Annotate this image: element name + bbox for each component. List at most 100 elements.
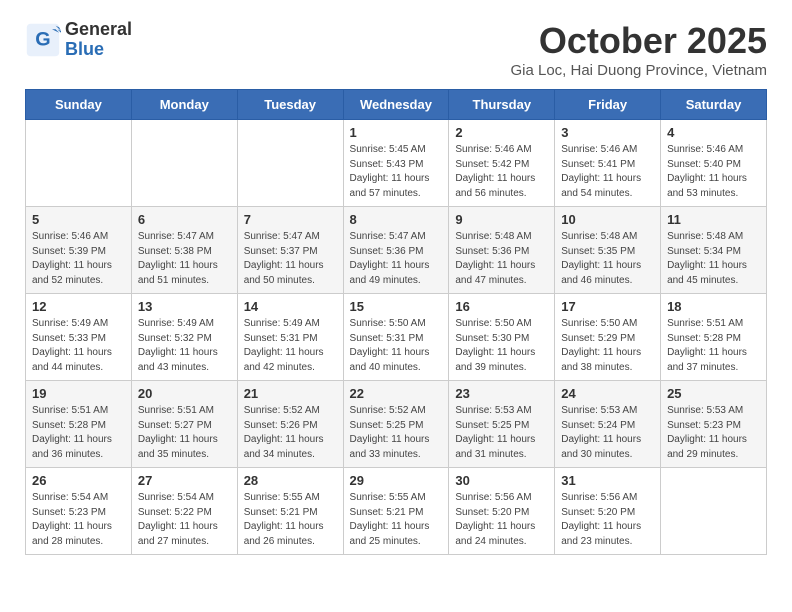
calendar-cell: 21Sunrise: 5:52 AM Sunset: 5:26 PM Dayli…: [237, 381, 343, 468]
day-info: Sunrise: 5:51 AM Sunset: 5:27 PM Dayligh…: [138, 404, 231, 462]
day-header-tuesday: Tuesday: [237, 90, 343, 120]
calendar-cell: 22 Sunrise: 5:52 AM Sunset: 5:25 PM Dayli…: [343, 381, 449, 468]
calendar-table: SundayMondayTuesdayWednesdayThursdayFrid…: [25, 89, 767, 555]
day-number: 5: [32, 212, 125, 227]
calendar-cell: 29 Sunrise: 5:55 AM Sunset: 5:21 PM Dayli…: [343, 468, 449, 555]
day-number: 19: [32, 386, 125, 401]
calendar-cell: [661, 468, 767, 555]
day-number: 18: [667, 299, 760, 314]
day-number: 9: [455, 212, 548, 227]
calendar-cell: 25Sunrise: 5:53 AM Sunset: 5:23 PM Dayli…: [661, 381, 767, 468]
week-row-1: 1 Sunrise: 5:45 AM Sunset: 5:43 PM Daylig…: [26, 120, 767, 207]
week-row-2: 5 Sunrise: 5:46 AM Sunset: 5:39 PM Daylig…: [26, 207, 767, 294]
day-number: 2: [455, 125, 548, 140]
day-number: 30: [455, 473, 548, 488]
calendar-cell: 10Sunrise: 5:48 AM Sunset: 5:35 PM Dayli…: [555, 207, 661, 294]
calendar-cell: 31 Sunrise: 5:56 AM Sunset: 5:20 PM Dayli…: [555, 468, 661, 555]
calendar-cell: 3Sunrise: 5:46 AM Sunset: 5:41 PM Daylig…: [555, 120, 661, 207]
title-area: October 2025 Gia Loc, Hai Duong Province…: [510, 20, 767, 79]
day-number: 27: [138, 473, 231, 488]
day-info: Sunrise: 5:53 AM Sunset: 5:25 PM Dayligh…: [455, 404, 548, 462]
day-number: 14: [244, 299, 337, 314]
day-number: 17: [561, 299, 654, 314]
day-info: Sunrise: 5:46 AM Sunset: 5:39 PM Dayligh…: [32, 230, 125, 288]
day-info: Sunrise: 5:46 AM Sunset: 5:42 PM Dayligh…: [455, 143, 548, 201]
day-info: Sunrise: 5:52 AM Sunset: 5:25 PM Dayligh…: [350, 404, 443, 462]
day-info: Sunrise: 5:56 AM Sunset: 5:20 PM Dayligh…: [561, 491, 654, 549]
calendar-cell: 27 Sunrise: 5:54 AM Sunset: 5:22 PM Dayli…: [131, 468, 237, 555]
day-info: Sunrise: 5:51 AM Sunset: 5:28 PM Dayligh…: [667, 317, 760, 375]
day-info: Sunrise: 5:48 AM Sunset: 5:36 PM Dayligh…: [455, 230, 548, 288]
calendar-cell: 14Sunrise: 5:49 AM Sunset: 5:31 PM Dayli…: [237, 294, 343, 381]
location-title: Gia Loc, Hai Duong Province, Vietnam: [510, 62, 767, 79]
day-info: Sunrise: 5:46 AM Sunset: 5:41 PM Dayligh…: [561, 143, 654, 201]
calendar-cell: 18 Sunrise: 5:51 AM Sunset: 5:28 PM Dayli…: [661, 294, 767, 381]
day-info: Sunrise: 5:54 AM Sunset: 5:22 PM Dayligh…: [138, 491, 231, 549]
calendar-cell: 16 Sunrise: 5:50 AM Sunset: 5:30 PM Dayli…: [449, 294, 555, 381]
day-info: Sunrise: 5:49 AM Sunset: 5:32 PM Dayligh…: [138, 317, 231, 375]
day-info: Sunrise: 5:50 AM Sunset: 5:31 PM Dayligh…: [350, 317, 443, 375]
day-number: 26: [32, 473, 125, 488]
day-info: Sunrise: 5:53 AM Sunset: 5:23 PM Dayligh…: [667, 404, 760, 462]
calendar-cell: 5 Sunrise: 5:46 AM Sunset: 5:39 PM Daylig…: [26, 207, 132, 294]
day-info: Sunrise: 5:47 AM Sunset: 5:38 PM Dayligh…: [138, 230, 231, 288]
calendar-cell: 9 Sunrise: 5:48 AM Sunset: 5:36 PM Daylig…: [449, 207, 555, 294]
calendar-cell: 17 Sunrise: 5:50 AM Sunset: 5:29 PM Dayli…: [555, 294, 661, 381]
calendar-cell: [131, 120, 237, 207]
calendar-cell: 7Sunrise: 5:47 AM Sunset: 5:37 PM Daylig…: [237, 207, 343, 294]
header: G General Blue October 2025 Gia Loc, Hai…: [25, 20, 767, 79]
calendar-cell: 15 Sunrise: 5:50 AM Sunset: 5:31 PM Dayli…: [343, 294, 449, 381]
week-row-3: 12Sunrise: 5:49 AM Sunset: 5:33 PM Dayli…: [26, 294, 767, 381]
calendar-cell: 30Sunrise: 5:56 AM Sunset: 5:20 PM Dayli…: [449, 468, 555, 555]
day-header-friday: Friday: [555, 90, 661, 120]
calendar-cell: 2 Sunrise: 5:46 AM Sunset: 5:42 PM Daylig…: [449, 120, 555, 207]
day-number: 23: [455, 386, 548, 401]
day-info: Sunrise: 5:50 AM Sunset: 5:29 PM Dayligh…: [561, 317, 654, 375]
day-info: Sunrise: 5:47 AM Sunset: 5:37 PM Dayligh…: [244, 230, 337, 288]
day-number: 29: [350, 473, 443, 488]
calendar-cell: 8Sunrise: 5:47 AM Sunset: 5:36 PM Daylig…: [343, 207, 449, 294]
day-number: 21: [244, 386, 337, 401]
day-number: 4: [667, 125, 760, 140]
day-number: 12: [32, 299, 125, 314]
day-number: 1: [350, 125, 443, 140]
day-number: 24: [561, 386, 654, 401]
calendar-cell: [237, 120, 343, 207]
day-header-sunday: Sunday: [26, 90, 132, 120]
day-info: Sunrise: 5:48 AM Sunset: 5:35 PM Dayligh…: [561, 230, 654, 288]
logo-text: General Blue: [65, 20, 132, 60]
day-header-monday: Monday: [131, 90, 237, 120]
day-number: 28: [244, 473, 337, 488]
day-info: Sunrise: 5:55 AM Sunset: 5:21 PM Dayligh…: [244, 491, 337, 549]
calendar-cell: 4Sunrise: 5:46 AM Sunset: 5:40 PM Daylig…: [661, 120, 767, 207]
day-info: Sunrise: 5:47 AM Sunset: 5:36 PM Dayligh…: [350, 230, 443, 288]
logo-general-text: General: [65, 20, 132, 40]
calendar-cell: [26, 120, 132, 207]
day-number: 11: [667, 212, 760, 227]
day-info: Sunrise: 5:53 AM Sunset: 5:24 PM Dayligh…: [561, 404, 654, 462]
day-info: Sunrise: 5:54 AM Sunset: 5:23 PM Dayligh…: [32, 491, 125, 549]
day-info: Sunrise: 5:50 AM Sunset: 5:30 PM Dayligh…: [455, 317, 548, 375]
logo-blue-text: Blue: [65, 40, 132, 60]
day-number: 6: [138, 212, 231, 227]
calendar-cell: 13Sunrise: 5:49 AM Sunset: 5:32 PM Dayli…: [131, 294, 237, 381]
calendar-cell: 6 Sunrise: 5:47 AM Sunset: 5:38 PM Daylig…: [131, 207, 237, 294]
calendar-cell: 23 Sunrise: 5:53 AM Sunset: 5:25 PM Dayli…: [449, 381, 555, 468]
days-header-row: SundayMondayTuesdayWednesdayThursdayFrid…: [26, 90, 767, 120]
day-number: 15: [350, 299, 443, 314]
day-number: 31: [561, 473, 654, 488]
day-info: Sunrise: 5:55 AM Sunset: 5:21 PM Dayligh…: [350, 491, 443, 549]
day-number: 16: [455, 299, 548, 314]
calendar-cell: 19Sunrise: 5:51 AM Sunset: 5:28 PM Dayli…: [26, 381, 132, 468]
calendar-cell: 24 Sunrise: 5:53 AM Sunset: 5:24 PM Dayli…: [555, 381, 661, 468]
calendar-cell: 20Sunrise: 5:51 AM Sunset: 5:27 PM Dayli…: [131, 381, 237, 468]
day-info: Sunrise: 5:45 AM Sunset: 5:43 PM Dayligh…: [350, 143, 443, 201]
svg-text:G: G: [35, 28, 50, 50]
day-header-thursday: Thursday: [449, 90, 555, 120]
calendar-cell: 28 Sunrise: 5:55 AM Sunset: 5:21 PM Dayli…: [237, 468, 343, 555]
calendar-cell: 1 Sunrise: 5:45 AM Sunset: 5:43 PM Daylig…: [343, 120, 449, 207]
logo-icon: G: [25, 22, 61, 58]
day-header-saturday: Saturday: [661, 90, 767, 120]
day-number: 22: [350, 386, 443, 401]
month-title: October 2025: [510, 20, 767, 62]
